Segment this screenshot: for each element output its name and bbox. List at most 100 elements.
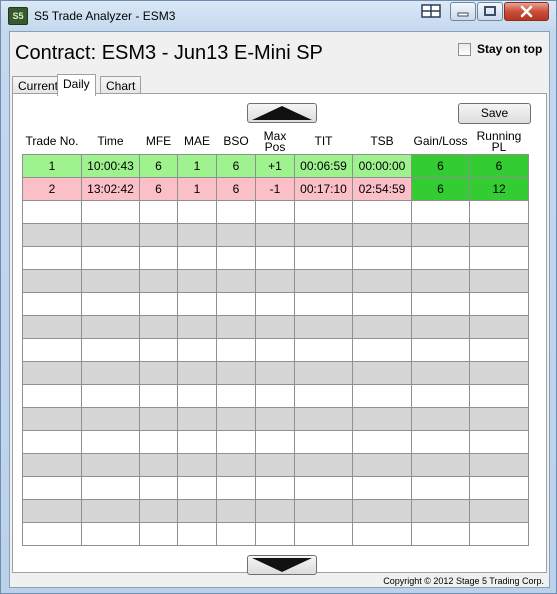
table-cell[interactable] bbox=[255, 452, 295, 477]
table-cell[interactable] bbox=[352, 291, 412, 316]
table-cell[interactable] bbox=[294, 383, 353, 408]
table-cell[interactable] bbox=[22, 245, 82, 270]
table-cell[interactable] bbox=[411, 475, 470, 500]
table-cell[interactable] bbox=[139, 222, 178, 247]
table-cell[interactable] bbox=[255, 268, 295, 293]
table-cell[interactable]: 10:00:43 bbox=[81, 153, 140, 178]
table-cell[interactable]: 2 bbox=[22, 176, 82, 201]
table-cell[interactable] bbox=[411, 199, 470, 224]
table-cell[interactable] bbox=[81, 383, 140, 408]
table-cell[interactable] bbox=[294, 475, 353, 500]
table-cell[interactable] bbox=[255, 475, 295, 500]
table-cell[interactable] bbox=[177, 475, 217, 500]
empty-table-row[interactable] bbox=[22, 268, 529, 293]
table-cell[interactable]: 00:06:59 bbox=[294, 153, 353, 178]
table-cell[interactable] bbox=[216, 383, 256, 408]
table-cell[interactable] bbox=[216, 429, 256, 454]
table-cell[interactable] bbox=[469, 498, 529, 523]
column-header[interactable]: Gain/Loss bbox=[411, 130, 470, 154]
table-cell[interactable] bbox=[139, 429, 178, 454]
empty-table-row[interactable] bbox=[22, 498, 529, 523]
table-cell[interactable] bbox=[352, 475, 412, 500]
table-cell[interactable] bbox=[216, 314, 256, 339]
table-cell[interactable] bbox=[216, 337, 256, 362]
table-cell[interactable] bbox=[411, 222, 470, 247]
table-cell[interactable] bbox=[216, 245, 256, 270]
table-cell[interactable] bbox=[352, 337, 412, 362]
table-cell[interactable]: +1 bbox=[255, 153, 295, 178]
table-cell[interactable]: -1 bbox=[255, 176, 295, 201]
table-cell[interactable] bbox=[81, 521, 140, 546]
table-cell[interactable] bbox=[22, 222, 82, 247]
table-cell[interactable] bbox=[177, 245, 217, 270]
table-cell[interactable] bbox=[294, 521, 353, 546]
table-cell[interactable] bbox=[411, 383, 470, 408]
table-cell[interactable] bbox=[81, 429, 140, 454]
table-cell[interactable] bbox=[294, 452, 353, 477]
table-cell[interactable] bbox=[22, 199, 82, 224]
empty-table-row[interactable] bbox=[22, 222, 529, 247]
empty-table-row[interactable] bbox=[22, 337, 529, 362]
table-cell[interactable] bbox=[255, 498, 295, 523]
table-cell[interactable] bbox=[352, 452, 412, 477]
table-cell[interactable] bbox=[469, 245, 529, 270]
table-row[interactable]: 1 10:00:43 6 1 6 +1 00:06:59 00:00:00 6 … bbox=[22, 153, 529, 178]
table-cell[interactable] bbox=[411, 406, 470, 431]
table-cell[interactable] bbox=[352, 406, 412, 431]
table-cell[interactable] bbox=[294, 268, 353, 293]
stay-on-top-label[interactable]: Stay on top bbox=[477, 42, 542, 56]
table-cell[interactable] bbox=[469, 222, 529, 247]
table-cell[interactable] bbox=[81, 314, 140, 339]
table-cell[interactable] bbox=[177, 337, 217, 362]
table-cell[interactable] bbox=[255, 245, 295, 270]
close-button[interactable] bbox=[504, 2, 549, 21]
table-cell[interactable] bbox=[81, 452, 140, 477]
table-cell[interactable] bbox=[469, 521, 529, 546]
table-cell[interactable] bbox=[216, 360, 256, 385]
table-row[interactable]: 2 13:02:42 6 1 6 -1 00:17:10 02:54:59 6 … bbox=[22, 176, 529, 201]
table-cell[interactable] bbox=[469, 475, 529, 500]
table-cell[interactable] bbox=[411, 521, 470, 546]
empty-table-row[interactable] bbox=[22, 360, 529, 385]
column-header[interactable]: Trade No. bbox=[22, 130, 82, 154]
empty-table-row[interactable] bbox=[22, 245, 529, 270]
table-cell[interactable] bbox=[139, 452, 178, 477]
table-cell[interactable] bbox=[352, 314, 412, 339]
column-header[interactable]: Max Pos bbox=[255, 130, 295, 154]
table-cell[interactable] bbox=[81, 498, 140, 523]
table-cell[interactable] bbox=[411, 337, 470, 362]
table-cell[interactable]: 13:02:42 bbox=[81, 176, 140, 201]
table-cell[interactable] bbox=[177, 429, 217, 454]
table-cell[interactable] bbox=[139, 268, 178, 293]
table-cell[interactable] bbox=[294, 291, 353, 316]
table-cell[interactable] bbox=[469, 291, 529, 316]
empty-table-row[interactable] bbox=[22, 199, 529, 224]
scroll-up-button[interactable] bbox=[247, 103, 317, 123]
table-cell[interactable] bbox=[294, 337, 353, 362]
empty-table-row[interactable] bbox=[22, 475, 529, 500]
table-cell[interactable]: 6 bbox=[469, 153, 529, 178]
table-cell[interactable] bbox=[216, 452, 256, 477]
table-cell[interactable] bbox=[139, 475, 178, 500]
stay-on-top-checkbox[interactable] bbox=[458, 43, 471, 56]
empty-table-row[interactable] bbox=[22, 452, 529, 477]
table-cell[interactable] bbox=[294, 406, 353, 431]
empty-table-row[interactable] bbox=[22, 383, 529, 408]
table-cell[interactable] bbox=[469, 406, 529, 431]
empty-table-row[interactable] bbox=[22, 291, 529, 316]
table-cell[interactable] bbox=[469, 452, 529, 477]
column-header[interactable]: MFE bbox=[139, 130, 178, 154]
table-cell[interactable] bbox=[81, 337, 140, 362]
empty-table-row[interactable] bbox=[22, 521, 529, 546]
table-cell[interactable] bbox=[139, 406, 178, 431]
table-cell[interactable] bbox=[469, 429, 529, 454]
table-cell[interactable] bbox=[216, 222, 256, 247]
table-cell[interactable] bbox=[255, 199, 295, 224]
table-cell[interactable]: 00:00:00 bbox=[352, 153, 412, 178]
column-header[interactable]: BSO bbox=[216, 130, 256, 154]
table-cell[interactable] bbox=[294, 498, 353, 523]
table-cell[interactable] bbox=[216, 406, 256, 431]
table-cell[interactable] bbox=[411, 314, 470, 339]
table-cell[interactable] bbox=[469, 199, 529, 224]
column-header[interactable]: TIT bbox=[294, 130, 353, 154]
